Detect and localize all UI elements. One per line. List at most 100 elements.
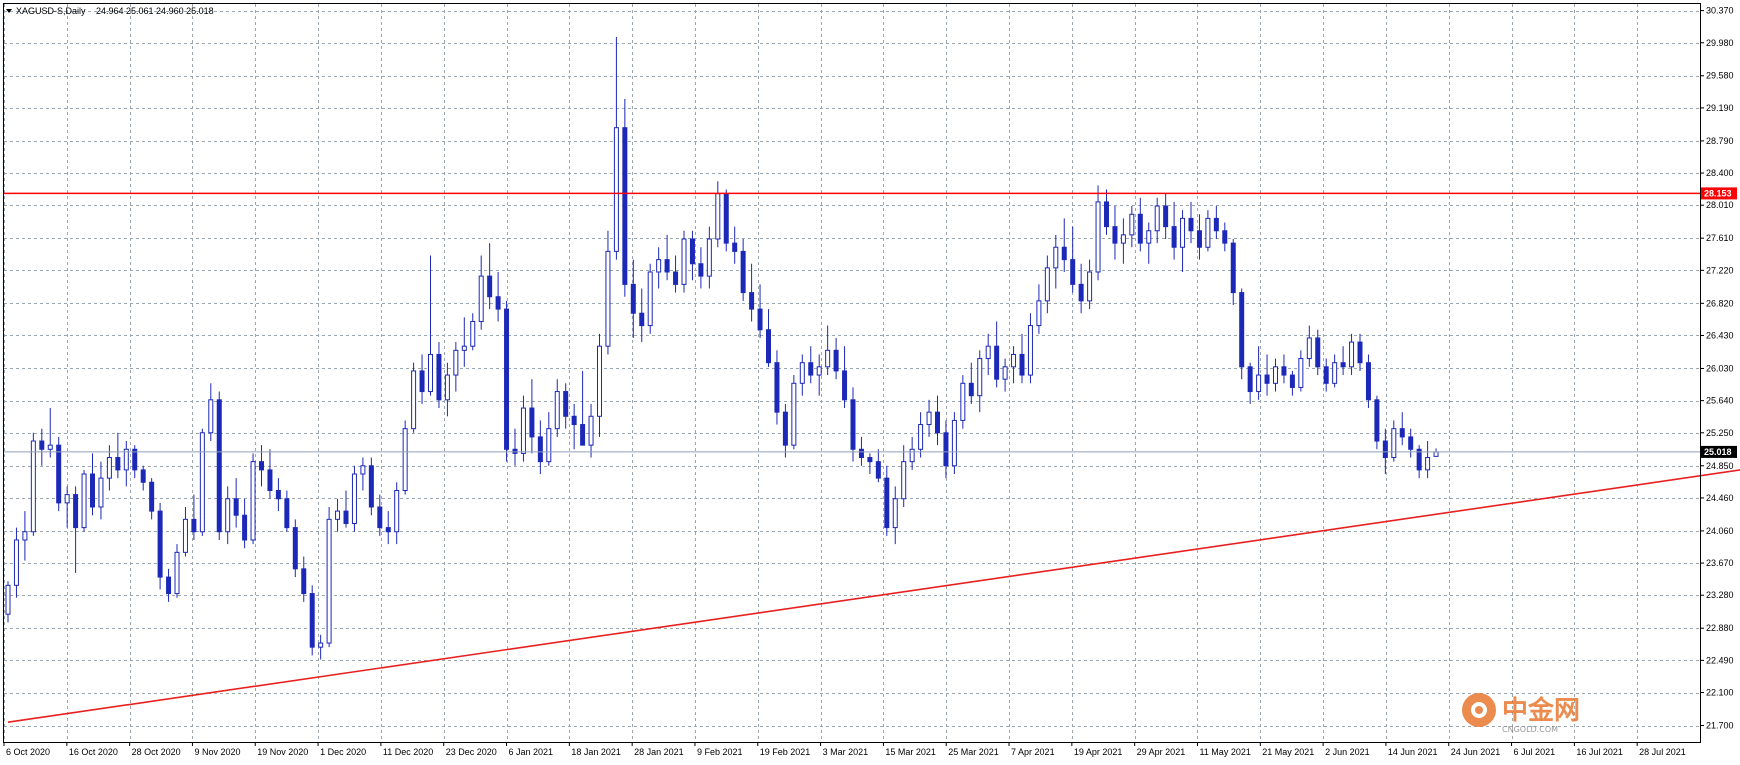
time-tick-label: 7 Apr 2021 <box>1011 747 1055 757</box>
price-tick-label: 24.850 <box>1706 461 1734 471</box>
candle-body-down <box>140 469 146 483</box>
price-tick-label: 22.880 <box>1706 623 1734 633</box>
candle-body-up <box>554 391 560 430</box>
time-tick-label: 11 May 2021 <box>1199 747 1250 757</box>
candle-body-down <box>1323 366 1329 384</box>
candle-body-down <box>73 494 79 529</box>
candle-body-down <box>275 490 281 500</box>
candle-body-down <box>233 498 239 516</box>
candle-body-up <box>1002 366 1008 380</box>
candle-body-down <box>757 308 763 331</box>
candle-body-up <box>225 498 231 533</box>
candle-body-down <box>867 457 873 463</box>
candle-body-down <box>284 498 290 529</box>
price-tick-label: 29.580 <box>1706 71 1734 81</box>
candle-body-down <box>436 353 442 401</box>
candle-body-down <box>90 473 95 508</box>
candle-body-down <box>1399 428 1405 438</box>
price-tick-label: 30.370 <box>1706 6 1734 16</box>
candle-body-up <box>1425 457 1431 471</box>
time-tick-label: 14 Jun 2021 <box>1388 747 1438 757</box>
candle-body-down <box>1357 341 1363 364</box>
candle-body-down <box>782 411 788 446</box>
price-tick-label: 25.640 <box>1706 396 1734 406</box>
candle-body-up <box>470 320 476 347</box>
price-chart[interactable]: 30.370 29.980 29.580 29.190 28.790 28.400 28.0… <box>0 0 1740 765</box>
cngold-logo-dot-icon <box>1475 706 1483 714</box>
candle-body-down <box>1230 242 1236 294</box>
candle-body-down <box>774 362 780 413</box>
candle-body-down <box>1315 337 1321 368</box>
candle-body-up <box>960 382 966 421</box>
candle-body-up <box>588 415 594 446</box>
candle-body-up <box>335 510 341 520</box>
price-tick-label: 26.030 <box>1706 363 1734 373</box>
candle-body-down <box>808 362 814 376</box>
candle-body-up <box>81 473 87 529</box>
candle-body-up <box>681 238 687 285</box>
candle-body-down <box>259 461 264 471</box>
candle-body-down <box>1408 436 1414 450</box>
candle-body-down <box>368 465 374 508</box>
candle-body-up <box>1256 374 1262 393</box>
candle-body-up <box>1332 362 1338 384</box>
candle-body-up <box>326 518 332 644</box>
candle-body-up <box>30 440 36 533</box>
candle-body-down <box>1061 246 1067 261</box>
candle-body-up <box>461 345 467 351</box>
candle-body-up <box>13 539 19 586</box>
candle-body-down <box>1070 259 1076 285</box>
time-tick-label: 19 Feb 2021 <box>760 747 811 757</box>
candle-body-down <box>115 457 121 471</box>
candle-body-up <box>597 345 602 417</box>
candle-body-down <box>1281 366 1287 376</box>
candle-body-down <box>487 275 493 298</box>
candle-body-up <box>926 411 932 426</box>
candle-body-down <box>766 329 771 364</box>
candle-body-up <box>1298 358 1304 388</box>
time-tick-label: 25 Mar 2021 <box>948 747 999 757</box>
candle-body-down <box>622 127 628 285</box>
resistance-tag-label: 28.153 <box>1704 188 1732 198</box>
time-tick-label: 23 Dec 2020 <box>446 747 497 757</box>
candle-body-down <box>639 312 645 327</box>
candle-body-down <box>1213 217 1219 232</box>
candle-body-up <box>825 349 831 368</box>
candle-body-down <box>1112 226 1118 244</box>
candle-body-up <box>402 428 408 492</box>
candle-body-up <box>98 477 104 508</box>
time-tick-label: 11 Dec 2020 <box>383 747 433 757</box>
candle-body-down <box>968 382 974 397</box>
candle-body-down <box>504 308 510 450</box>
candle-body-down <box>673 271 679 285</box>
candle-body-up <box>918 424 924 450</box>
candle-body-down <box>267 469 273 492</box>
time-tick-label: 28 Jul 2021 <box>1639 747 1686 757</box>
price-tick-label: 28.790 <box>1706 136 1734 146</box>
candle-body-down <box>1196 230 1202 248</box>
current-price-tag-label: 25.018 <box>1704 447 1732 457</box>
candle-body-up <box>605 250 611 347</box>
current-price-tag: 25.018 <box>1701 445 1737 458</box>
candle-body-up <box>1027 325 1033 376</box>
time-tick-label: 21 May 2021 <box>1262 747 1314 757</box>
time-tick-label: 19 Nov 2020 <box>257 747 308 757</box>
ohlc-label: 24.964 25.061 24.960 25.018 <box>96 6 214 16</box>
price-tick-label: 22.100 <box>1706 688 1734 698</box>
candle-body-up <box>985 345 991 360</box>
candle-body-up <box>1205 217 1211 248</box>
symbol-label: XAGUSD-S,Daily <box>16 6 86 16</box>
candle-body-up <box>199 432 205 533</box>
candle-body-up <box>428 353 433 393</box>
candle-body-down <box>301 568 307 595</box>
time-tick-label: 6 Jan 2021 <box>509 747 554 757</box>
candle-body-down <box>166 576 172 595</box>
candle-body-down <box>419 370 425 393</box>
candle-body-up <box>1433 451 1439 457</box>
candle-body-down <box>723 193 729 244</box>
candle-body-up <box>1087 271 1093 302</box>
watermark-url: CNGOLD.COM <box>1502 725 1558 734</box>
candle-body-up <box>1053 246 1059 269</box>
time-tick-label: 15 Mar 2021 <box>885 747 936 757</box>
candle-body-up <box>351 473 357 524</box>
